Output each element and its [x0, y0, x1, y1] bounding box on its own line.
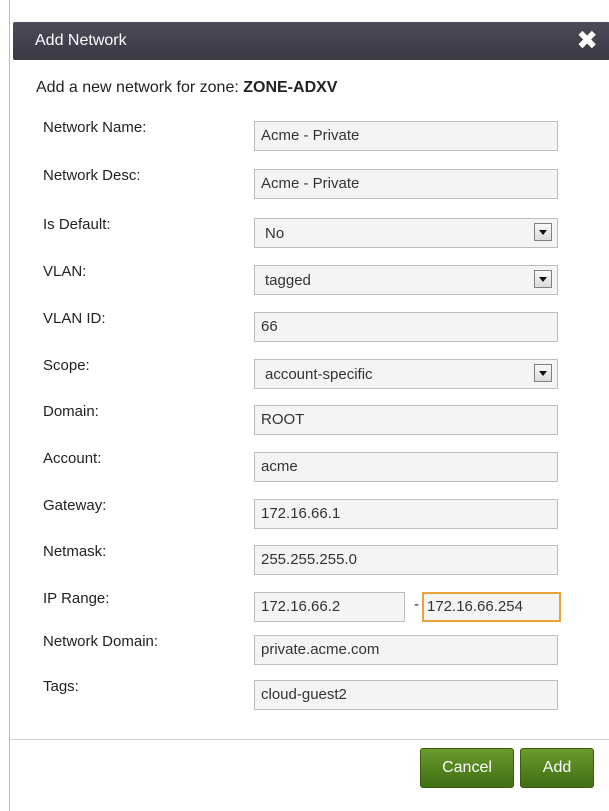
- scope-value: account-specific: [265, 366, 373, 383]
- is-default-select[interactable]: No: [254, 218, 558, 248]
- row-network-desc: Network Desc: Acme - Private: [10, 167, 609, 207]
- row-ip-range: IP Range: 172.16.66.2 - 172.16.66.254: [10, 590, 609, 630]
- row-tags: Tags: cloud-guest2: [10, 678, 609, 718]
- cancel-button[interactable]: Cancel: [420, 748, 514, 788]
- scope-select[interactable]: account-specific: [254, 359, 558, 389]
- row-account: Account: acme: [10, 450, 609, 490]
- chevron-down-icon[interactable]: [534, 223, 552, 241]
- tags-label: Tags:: [43, 678, 79, 695]
- chevron-down-icon[interactable]: [534, 364, 552, 382]
- ip-range-start-input[interactable]: 172.16.66.2: [254, 592, 405, 622]
- scope-label: Scope:: [43, 357, 90, 374]
- vlan-id-input[interactable]: 66: [254, 312, 558, 342]
- zone-name: ZONE-ADXV: [243, 79, 338, 96]
- domain-label: Domain:: [43, 403, 99, 420]
- row-netmask: Netmask: 255.255.255.0: [10, 543, 609, 583]
- vlan-label: VLAN:: [43, 263, 87, 280]
- row-network-domain: Network Domain: private.acme.com: [10, 633, 609, 673]
- row-gateway: Gateway: 172.16.66.1: [10, 497, 609, 537]
- network-domain-input[interactable]: private.acme.com: [254, 635, 558, 665]
- tags-input[interactable]: cloud-guest2: [254, 680, 558, 710]
- footer-divider: [10, 739, 609, 740]
- netmask-label: Netmask:: [43, 543, 107, 560]
- vlan-id-label: VLAN ID:: [43, 310, 106, 327]
- network-name-label: Network Name:: [43, 119, 147, 136]
- row-domain: Domain: ROOT: [10, 403, 609, 443]
- is-default-value: No: [265, 225, 285, 242]
- vlan-select[interactable]: tagged: [254, 265, 558, 295]
- vlan-value: tagged: [265, 272, 311, 289]
- dialog-title: Add Network: [35, 32, 127, 49]
- gateway-input[interactable]: 172.16.66.1: [254, 499, 558, 529]
- network-name-input[interactable]: Acme - Private: [254, 121, 558, 151]
- netmask-input[interactable]: 255.255.255.0: [254, 545, 558, 575]
- account-input[interactable]: acme: [254, 452, 558, 482]
- is-default-label: Is Default:: [43, 216, 111, 233]
- network-desc-label: Network Desc:: [43, 167, 141, 184]
- network-desc-input[interactable]: Acme - Private: [254, 169, 558, 199]
- close-icon[interactable]: ✖: [576, 27, 598, 55]
- account-label: Account:: [43, 450, 102, 467]
- domain-input[interactable]: ROOT: [254, 405, 558, 435]
- gateway-label: Gateway:: [43, 497, 107, 514]
- add-network-dialog: Add Network ✖ Add a new network for zone…: [9, 0, 609, 811]
- subtitle-text: Add a new network for zone:: [36, 79, 239, 96]
- row-vlan-id: VLAN ID: 66: [10, 310, 609, 350]
- row-vlan: VLAN: tagged: [10, 263, 609, 303]
- row-network-name: Network Name: Acme - Private: [10, 119, 609, 159]
- chevron-down-icon[interactable]: [534, 270, 552, 288]
- ip-range-separator: -: [414, 596, 419, 613]
- row-scope: Scope: account-specific: [10, 357, 609, 397]
- ip-range-end-input[interactable]: 172.16.66.254: [422, 592, 561, 622]
- add-button[interactable]: Add: [520, 748, 594, 788]
- dialog-subtitle: Add a new network for zone: ZONE-ADXV: [36, 79, 337, 97]
- ip-range-label: IP Range:: [43, 590, 110, 607]
- dialog-titlebar: Add Network ✖: [13, 22, 609, 60]
- network-domain-label: Network Domain:: [43, 633, 159, 650]
- row-is-default: Is Default: No: [10, 216, 609, 256]
